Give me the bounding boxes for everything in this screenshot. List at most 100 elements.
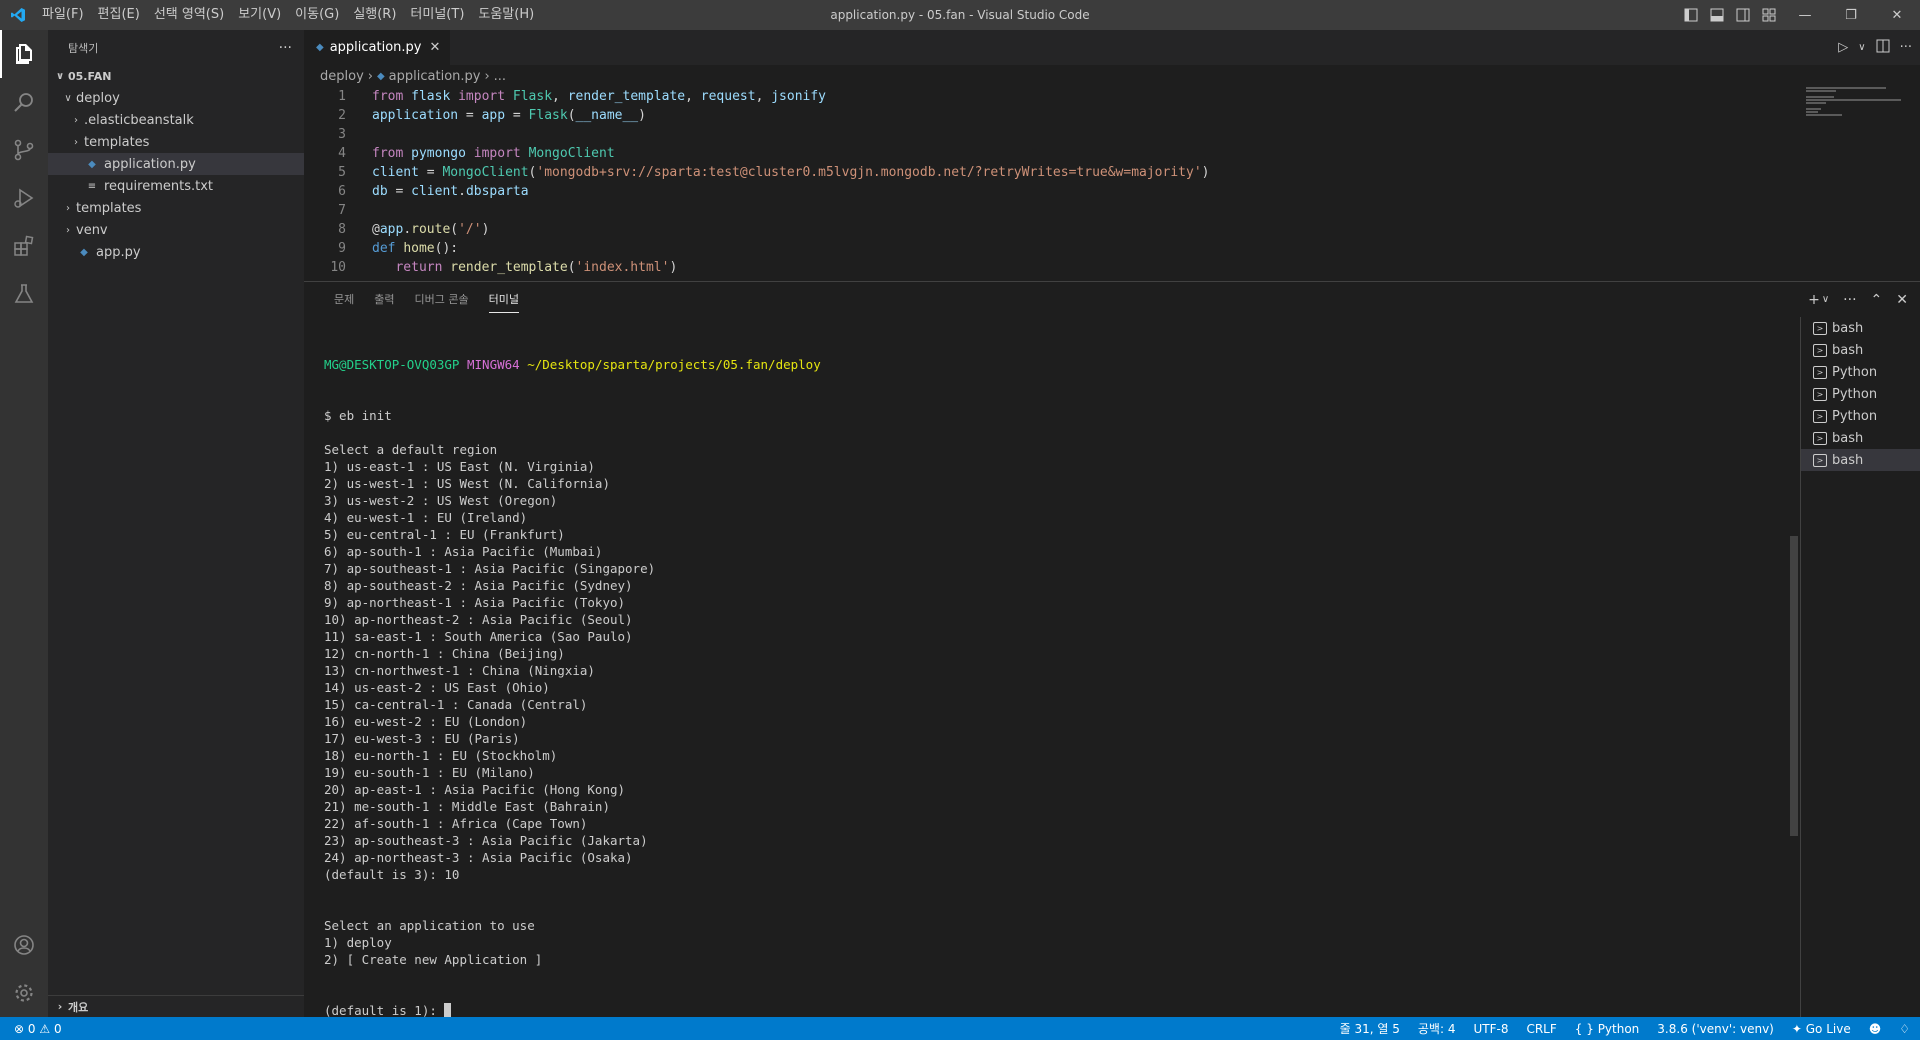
tree-item[interactable]: ◆ app.py (48, 241, 304, 263)
menu-item[interactable]: 보기(V) (231, 0, 288, 30)
terminal-line: 15) ca-central-1 : Canada (Central) (324, 697, 588, 712)
terminal-cursor (444, 1003, 452, 1017)
explorer-icon[interactable] (0, 30, 48, 78)
panel-tab[interactable]: 출력 (364, 282, 404, 317)
tree-item[interactable]: › .elasticbeanstalk (48, 109, 304, 131)
error-icon: ⊗ (14, 1021, 25, 1036)
terminal-instance[interactable]: > Python (1801, 405, 1920, 427)
tab-label: application.py (329, 40, 422, 55)
tree-item[interactable]: ◆ application.py (48, 153, 304, 175)
terminal-instance[interactable]: > Python (1801, 383, 1920, 405)
tree-item[interactable]: › venv (48, 219, 304, 241)
run-debug-icon[interactable] (0, 174, 48, 222)
problems-status[interactable]: ⊗ 0 ⚠ 0 (14, 1022, 62, 1036)
run-file-icon[interactable]: ▷ (1838, 40, 1848, 55)
terminal-instance[interactable]: > bash (1801, 339, 1920, 361)
tree-item[interactable]: › templates (48, 131, 304, 153)
breadcrumb-separator-icon: › (484, 68, 490, 84)
error-count: 0 (27, 1021, 36, 1036)
menu-item[interactable]: 도움말(H) (471, 0, 541, 30)
split-editor-icon[interactable] (1876, 39, 1890, 57)
menu-item[interactable]: 선택 영역(S) (147, 0, 231, 30)
code-line[interactable]: 9 def home(): (304, 239, 1784, 258)
terminal-line: 14) us-east-2 : US East (Ohio) (324, 680, 550, 695)
tree-item[interactable]: ≡ requirements.txt (48, 175, 304, 197)
maximize-panel-icon[interactable]: ⌃ (1871, 292, 1883, 308)
code-text: application = app = Flask(__name__) (372, 108, 646, 123)
language-label: Python (1597, 1021, 1640, 1036)
accounts-icon[interactable] (0, 921, 48, 969)
tree-item[interactable]: › templates (48, 197, 304, 219)
search-icon[interactable] (0, 78, 48, 126)
tree-item-label: app.py (96, 244, 141, 260)
tab-application-py[interactable]: ◆ application.py ✕ (304, 30, 451, 65)
testing-icon[interactable] (0, 270, 48, 318)
source-control-icon[interactable] (0, 126, 48, 174)
customize-layout-icon[interactable] (1756, 0, 1782, 30)
new-terminal-icon[interactable]: + (1808, 292, 1820, 308)
code-line[interactable]: 8 @app.route('/') (304, 220, 1784, 239)
toggle-sidebar-icon[interactable] (1678, 0, 1704, 30)
menu-item[interactable]: 이동(G) (288, 0, 346, 30)
code-line[interactable]: 7 (304, 201, 1784, 220)
settings-gear-icon[interactable] (0, 969, 48, 1017)
code-line[interactable]: 10 return render_template('index.html') (304, 258, 1784, 277)
menu-item[interactable]: 실행(R) (346, 0, 403, 30)
toggle-secondary-sidebar-icon[interactable] (1730, 0, 1756, 30)
feedback-icon[interactable]: ☻ (1869, 1022, 1882, 1036)
menu-item[interactable]: 터미널(T) (403, 0, 471, 30)
code-line[interactable]: 5 client = MongoClient('mongodb+srv://spa… (304, 163, 1784, 182)
tree-item[interactable]: ∨ deploy (48, 87, 304, 109)
line-ending[interactable]: CRLF (1526, 1022, 1556, 1036)
code-line[interactable]: 3 (304, 125, 1784, 144)
editor-more-icon[interactable]: ··· (1900, 40, 1912, 55)
terminal-line: 1) us-east-1 : US East (N. Virginia) (324, 459, 595, 474)
panel-tab[interactable]: 터미널 (479, 282, 529, 317)
python-interpreter[interactable]: 3.8.6 ('venv': venv) (1657, 1022, 1774, 1036)
extensions-icon[interactable] (0, 222, 48, 270)
breadcrumb-file[interactable]: application.py (389, 69, 481, 84)
minimap[interactable] (1806, 87, 1906, 147)
terminal-output[interactable]: MG@DESKTOP-OVQ03GP MINGW64 ~/Desktop/spa… (324, 322, 1784, 1040)
restore-icon[interactable]: ❐ (1828, 0, 1874, 30)
language-mode[interactable]: { } Python (1575, 1022, 1640, 1036)
workspace-root[interactable]: ∨ 05.FAN (48, 65, 304, 87)
panel-tab[interactable]: 디버그 콘솔 (405, 282, 479, 317)
terminal-instance[interactable]: > bash (1801, 317, 1920, 339)
notifications-bell-icon[interactable]: ♢ (1899, 1022, 1910, 1036)
close-panel-icon[interactable]: ✕ (1896, 292, 1908, 308)
panel-more-icon[interactable]: ··· (1843, 292, 1856, 308)
terminal-dropdown-icon[interactable]: ∨ (1822, 294, 1829, 305)
terminal-icon: > (1813, 365, 1827, 379)
terminal-instance[interactable]: > bash (1801, 449, 1920, 471)
toggle-panel-icon[interactable] (1704, 0, 1730, 30)
outline-section[interactable]: › 개요 (48, 995, 304, 1017)
terminal-line: 7) ap-southeast-1 : Asia Pacific (Singap… (324, 561, 656, 576)
close-window-icon[interactable]: ✕ (1874, 0, 1920, 30)
cursor-position[interactable]: 줄 31, 열 5 (1340, 1020, 1400, 1037)
breadcrumb-folder[interactable]: deploy (320, 69, 364, 84)
close-tab-icon[interactable]: ✕ (430, 40, 441, 55)
indentation[interactable]: 공백: 4 (1418, 1020, 1456, 1037)
run-dropdown-icon[interactable]: ∨ (1858, 42, 1865, 53)
code-line[interactable]: 6 db = client.dbsparta (304, 182, 1784, 201)
code-line[interactable]: 4 from pymongo import MongoClient (304, 144, 1784, 163)
code-editor[interactable]: 1 from flask import Flask, render_templat… (304, 87, 1784, 277)
tree-item-label: deploy (76, 90, 120, 106)
terminal-instance[interactable]: > Python (1801, 361, 1920, 383)
chevron-right-icon: › (57, 1000, 63, 1013)
breadcrumb-symbol[interactable]: ... (494, 69, 506, 84)
menu-item[interactable]: 파일(F) (35, 0, 91, 30)
terminal-instance[interactable]: > bash (1801, 427, 1920, 449)
menu-item[interactable]: 편집(E) (91, 0, 147, 30)
terminal-scrollbar[interactable] (1790, 536, 1798, 836)
encoding[interactable]: UTF-8 (1473, 1022, 1508, 1036)
explorer-more-icon[interactable]: ··· (279, 40, 292, 56)
panel-tab[interactable]: 문제 (324, 282, 364, 317)
outline-label: 개요 (68, 1000, 89, 1014)
code-line[interactable]: 2 application = app = Flask(__name__) (304, 106, 1784, 125)
go-live-button[interactable]: ✦ Go Live (1792, 1022, 1851, 1036)
minimize-icon[interactable]: — (1782, 0, 1828, 30)
code-line[interactable]: 1 from flask import Flask, render_templat… (304, 87, 1784, 106)
